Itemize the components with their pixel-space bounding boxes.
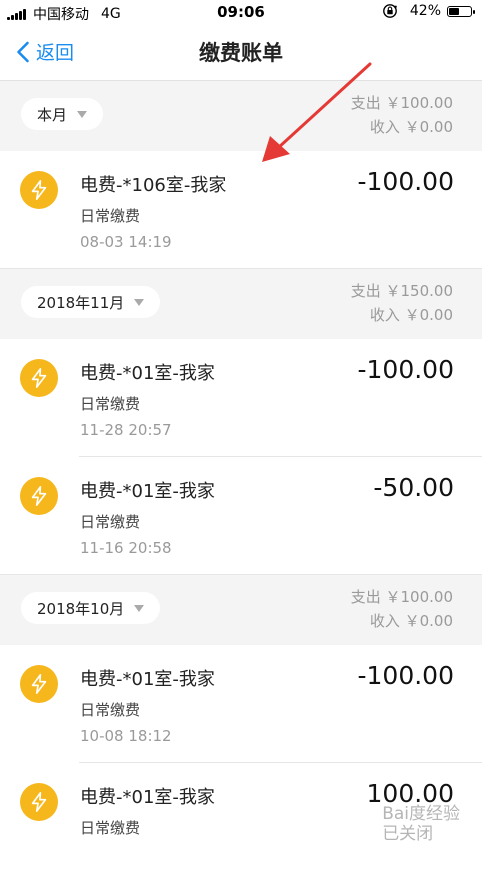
bill-record[interactable]: 电费-*106室-我家 日常缴费 08-03 14:19 -100.00 [0,151,482,269]
caret-down-icon [77,110,88,118]
section-header: 2018年10月 支出 ￥100.00 收入 ￥0.00 [0,575,482,645]
bill-record[interactable]: 电费-*01室-我家 日常缴费 10-08 18:12 -100.00 [0,645,482,763]
record-time: 11-28 20:57 [80,421,172,439]
record-amount: -100.00 [357,167,455,196]
expense-total: 支出 ￥100.00 [350,588,453,606]
month-selector[interactable]: 本月 [21,98,104,130]
record-name: 电费-*01室-我家 [80,481,215,502]
record-name: 电费-*01室-我家 [80,363,215,384]
record-type: 日常缴费 [80,513,141,531]
record-type: 日常缴费 [80,395,141,413]
record-name: 电费-*01室-我家 [80,669,215,690]
record-type: 日常缴费 [80,819,141,837]
page-title: 缴费账单 [199,41,283,65]
record-amount: -100.00 [357,661,455,690]
lightning-bolt-icon [20,783,58,821]
expense-total: 支出 ￥150.00 [350,282,453,300]
lightning-bolt-icon [20,359,58,397]
bill-list[interactable]: 本月 支出 ￥100.00 收入 ￥0.00 电费-*106室-我家 日常缴费 … [0,81,482,881]
record-type: 日常缴费 [80,701,141,719]
status-bar: 中国移动 4G 09:06 42% [0,0,482,24]
month-selector[interactable]: 2018年11月 [21,286,161,318]
battery-percent: 42% [409,3,441,19]
caret-down-icon [134,298,145,306]
month-summary: 支出 ￥100.00 收入 ￥0.00 [351,91,453,139]
orientation-lock-icon [382,4,397,18]
battery-level [449,7,459,15]
watermark-line2: 已关闭 [382,824,434,844]
record-amount: -100.00 [357,355,455,384]
record-time: 11-16 20:58 [80,539,172,557]
lightning-bolt-icon [20,171,58,209]
record-type: 日常缴费 [80,207,141,225]
record-time: 10-08 18:12 [80,727,172,745]
month-label: 2018年10月 [37,599,125,618]
record-name: 电费-*106室-我家 [80,175,227,196]
watermark-line1: Bai度经验 [382,804,460,824]
status-right: 42% [382,3,475,19]
income-total: 收入 ￥0.00 [369,306,453,324]
watermark: Bai度经验 已关闭 [382,804,460,844]
section-header: 本月 支出 ￥100.00 收入 ￥0.00 [0,81,482,151]
record-name: 电费-*01室-我家 [80,787,215,808]
month-summary: 支出 ￥100.00 收入 ￥0.00 [351,585,453,633]
battery-icon [447,5,475,17]
income-total: 收入 ￥0.00 [369,612,453,630]
income-total: 收入 ￥0.00 [369,118,453,136]
month-label: 2018年11月 [37,293,125,312]
record-time: 08-03 14:19 [80,233,172,251]
bill-record[interactable]: 电费-*01室-我家 日常缴费 11-28 20:57 -100.00 [0,339,482,457]
month-summary: 支出 ￥150.00 收入 ￥0.00 [351,279,453,327]
month-label: 本月 [37,105,68,124]
expense-total: 支出 ￥100.00 [350,94,453,112]
section-header: 2018年11月 支出 ￥150.00 收入 ￥0.00 [0,269,482,339]
record-amount: -50.00 [373,473,454,502]
lightning-bolt-icon [20,665,58,703]
nav-bar: 返回 缴费账单 [0,24,482,81]
month-selector[interactable]: 2018年10月 [21,592,161,624]
bill-record[interactable]: 电费-*01室-我家 日常缴费 11-16 20:58 -50.00 [0,457,482,575]
caret-down-icon [134,604,145,612]
lightning-bolt-icon [20,477,58,515]
